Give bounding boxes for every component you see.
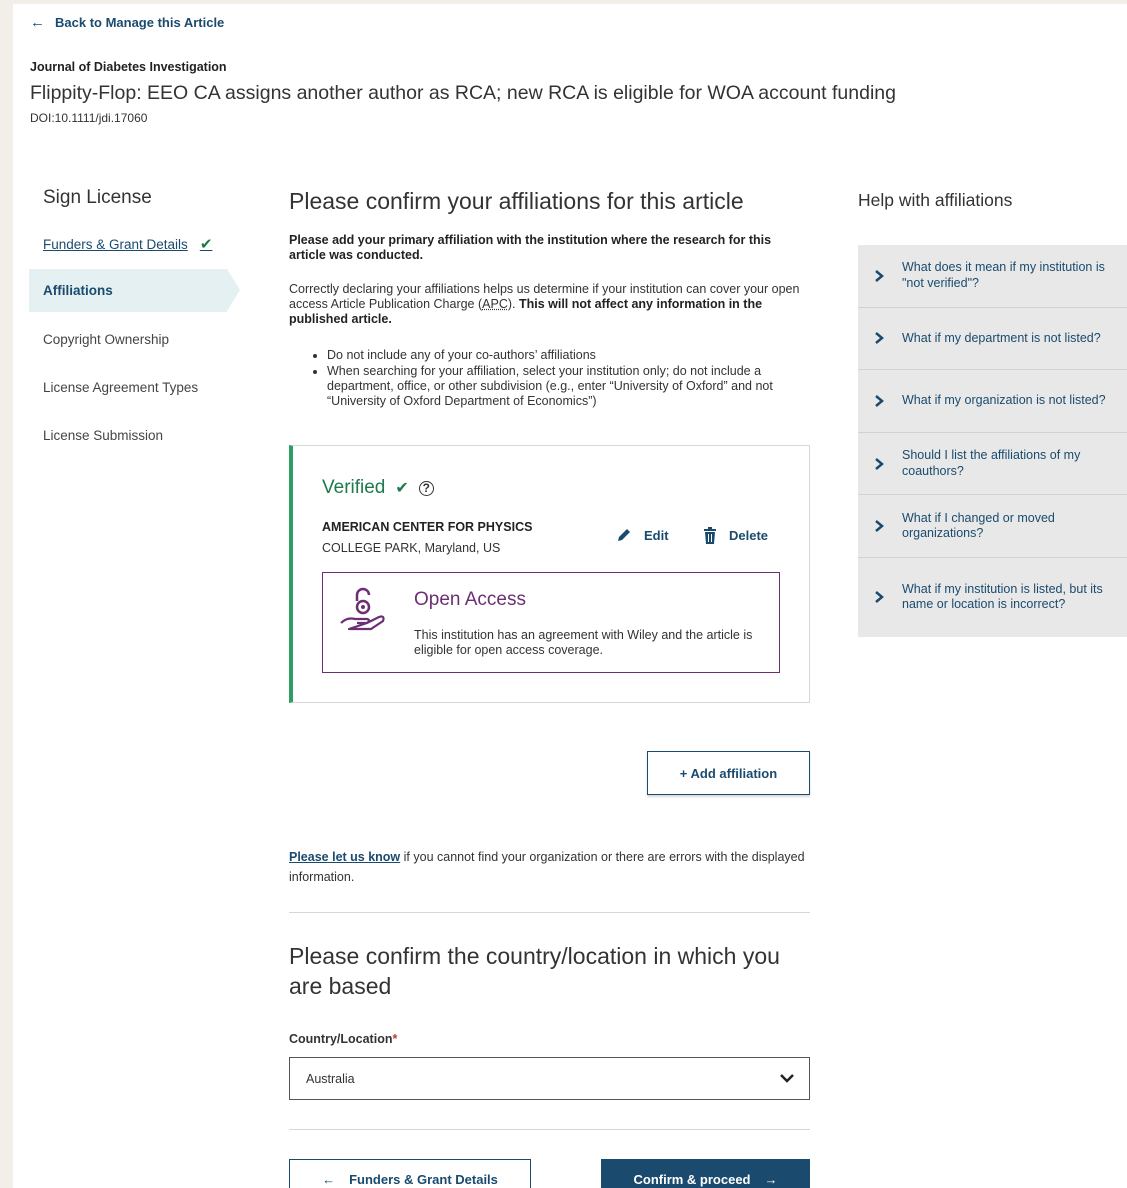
chevron-right-icon xyxy=(875,395,884,407)
help-panel: What does it mean if my institution is "… xyxy=(858,245,1127,637)
sidebar-item-license-submission[interactable]: License Submission xyxy=(43,428,163,443)
sidebar-item-label: License Submission xyxy=(43,428,164,443)
open-access-hand-icon xyxy=(340,587,385,631)
chevron-right-icon xyxy=(875,332,884,345)
help-item[interactable]: What if my organization is not listed? xyxy=(858,370,1127,433)
chevron-down-icon xyxy=(780,1074,794,1083)
article-title: Flippity-Flop: EEO CA assigns another au… xyxy=(30,82,896,104)
sidebar-item-affiliations[interactable]: Affiliations xyxy=(29,269,240,312)
add-affiliation-button[interactable]: + Add affiliation xyxy=(647,751,810,795)
verified-status: Verified ✔ ? xyxy=(322,477,434,499)
error-report-text: Please let us know if you cannot find yo… xyxy=(289,847,809,887)
journal-name: Journal of Diabetes Investigation xyxy=(30,60,227,74)
country-select[interactable]: Australia xyxy=(289,1057,810,1100)
sidebar-item-label: Affiliations xyxy=(43,283,113,298)
back-link-label: Back to Manage this Article xyxy=(55,15,225,30)
divider xyxy=(289,1129,810,1130)
sidebar-item-label: Copyright Ownership xyxy=(43,332,170,347)
country-label-text: Country/Location xyxy=(289,1032,393,1046)
help-item-label: Should I list the affiliations of my coa… xyxy=(902,447,1081,478)
country-field-label: Country/Location* xyxy=(289,1032,397,1046)
help-item[interactable]: Should I list the affiliations of my coa… xyxy=(858,433,1127,496)
required-marker: * xyxy=(392,1032,398,1046)
previous-step-label: Funders & Grant Details xyxy=(349,1171,498,1187)
page-heading: Please confirm your affiliations for thi… xyxy=(289,188,744,214)
trash-icon xyxy=(704,527,716,544)
edit-affiliation-button[interactable]: Edit xyxy=(616,527,669,543)
checkmark-icon: ✔ xyxy=(199,236,213,253)
article-doi: DOI:10.1111/jdi.17060 xyxy=(30,111,148,125)
pencil-icon xyxy=(618,529,630,541)
lead-instruction: Please add your primary affiliation with… xyxy=(289,233,772,262)
open-access-notice: Open Access This institution has an agre… xyxy=(322,572,780,673)
chevron-right-icon xyxy=(875,591,884,604)
sidebar-item-license-types[interactable]: License Agreement Types xyxy=(43,380,198,395)
guidance-list: Do not include any of your co-authors’ a… xyxy=(311,348,811,410)
sidebar-item-funders[interactable]: Funders & Grant Details ✔ xyxy=(43,235,212,253)
edit-label: Edit xyxy=(644,527,669,543)
arrow-left-icon: ← xyxy=(30,14,45,31)
delete-affiliation-button[interactable]: Delete xyxy=(703,527,768,544)
divider xyxy=(289,912,810,913)
open-access-title: Open Access xyxy=(414,589,526,610)
sidebar-item-label: Funders & Grant Details xyxy=(43,236,188,252)
help-item-label: What if I changed or moved organizations… xyxy=(902,510,1055,541)
help-item[interactable]: What if I changed or moved organizations… xyxy=(858,495,1127,558)
help-item-label: What if my institution is listed, but it… xyxy=(902,581,1103,612)
help-item-label: What does it mean if my institution is "… xyxy=(902,260,1105,290)
sidebar-title: Sign License xyxy=(43,187,152,208)
confirm-proceed-button[interactable]: Confirm & proceed → xyxy=(601,1159,810,1188)
let-us-know-link[interactable]: Please let us know xyxy=(289,850,400,864)
page: ← Back to Manage this Article Journal of… xyxy=(13,4,1127,1188)
help-item[interactable]: What if my department is not listed? xyxy=(858,308,1127,371)
help-icon[interactable]: ? xyxy=(418,480,434,496)
previous-step-button[interactable]: ← Funders & Grant Details xyxy=(289,1159,531,1188)
help-item-label: What if my organization is not listed? xyxy=(902,393,1106,408)
back-to-manage-link[interactable]: ← Back to Manage this Article xyxy=(30,14,224,31)
help-panel-title: Help with affiliations xyxy=(858,190,1013,210)
institution-name: AMERICAN CENTER FOR PHYSICS xyxy=(322,520,533,534)
chevron-right-icon xyxy=(875,457,884,470)
affiliation-card: Verified ✔ ? AMERICAN CENTER FOR PHYSICS… xyxy=(289,445,810,703)
open-access-description: This institution has an agreement with W… xyxy=(414,628,753,657)
chevron-right-icon xyxy=(875,520,884,533)
delete-label: Delete xyxy=(729,528,769,543)
chevron-right-icon xyxy=(875,269,884,282)
list-item: Do not include any of your co-authors’ a… xyxy=(327,348,811,363)
country-selected-value: Australia xyxy=(306,1071,355,1086)
checkmark-icon: ✔ xyxy=(395,480,409,497)
help-item[interactable]: What does it mean if my institution is "… xyxy=(858,245,1127,308)
help-item[interactable]: What if my institution is listed, but it… xyxy=(858,558,1127,637)
para-text: ). xyxy=(507,297,519,311)
sidebar-item-label: License Agreement Types xyxy=(43,380,199,395)
list-item: When searching for your affiliation, sel… xyxy=(327,364,811,409)
institution-location: COLLEGE PARK, Maryland, US xyxy=(322,541,501,555)
explanation-paragraph: Correctly declaring your affiliations he… xyxy=(289,282,813,327)
sidebar-item-copyright[interactable]: Copyright Ownership xyxy=(43,332,169,347)
verified-label: Verified xyxy=(322,477,386,498)
arrow-left-icon: ← xyxy=(322,1171,336,1187)
confirm-proceed-label: Confirm & proceed xyxy=(633,1171,751,1187)
help-item-label: What if my department is not listed? xyxy=(902,330,1101,345)
country-heading: Please confirm the country/location in w… xyxy=(289,943,780,999)
arrow-right-icon: → xyxy=(764,1171,778,1187)
apc-abbreviation: APC xyxy=(482,297,508,311)
